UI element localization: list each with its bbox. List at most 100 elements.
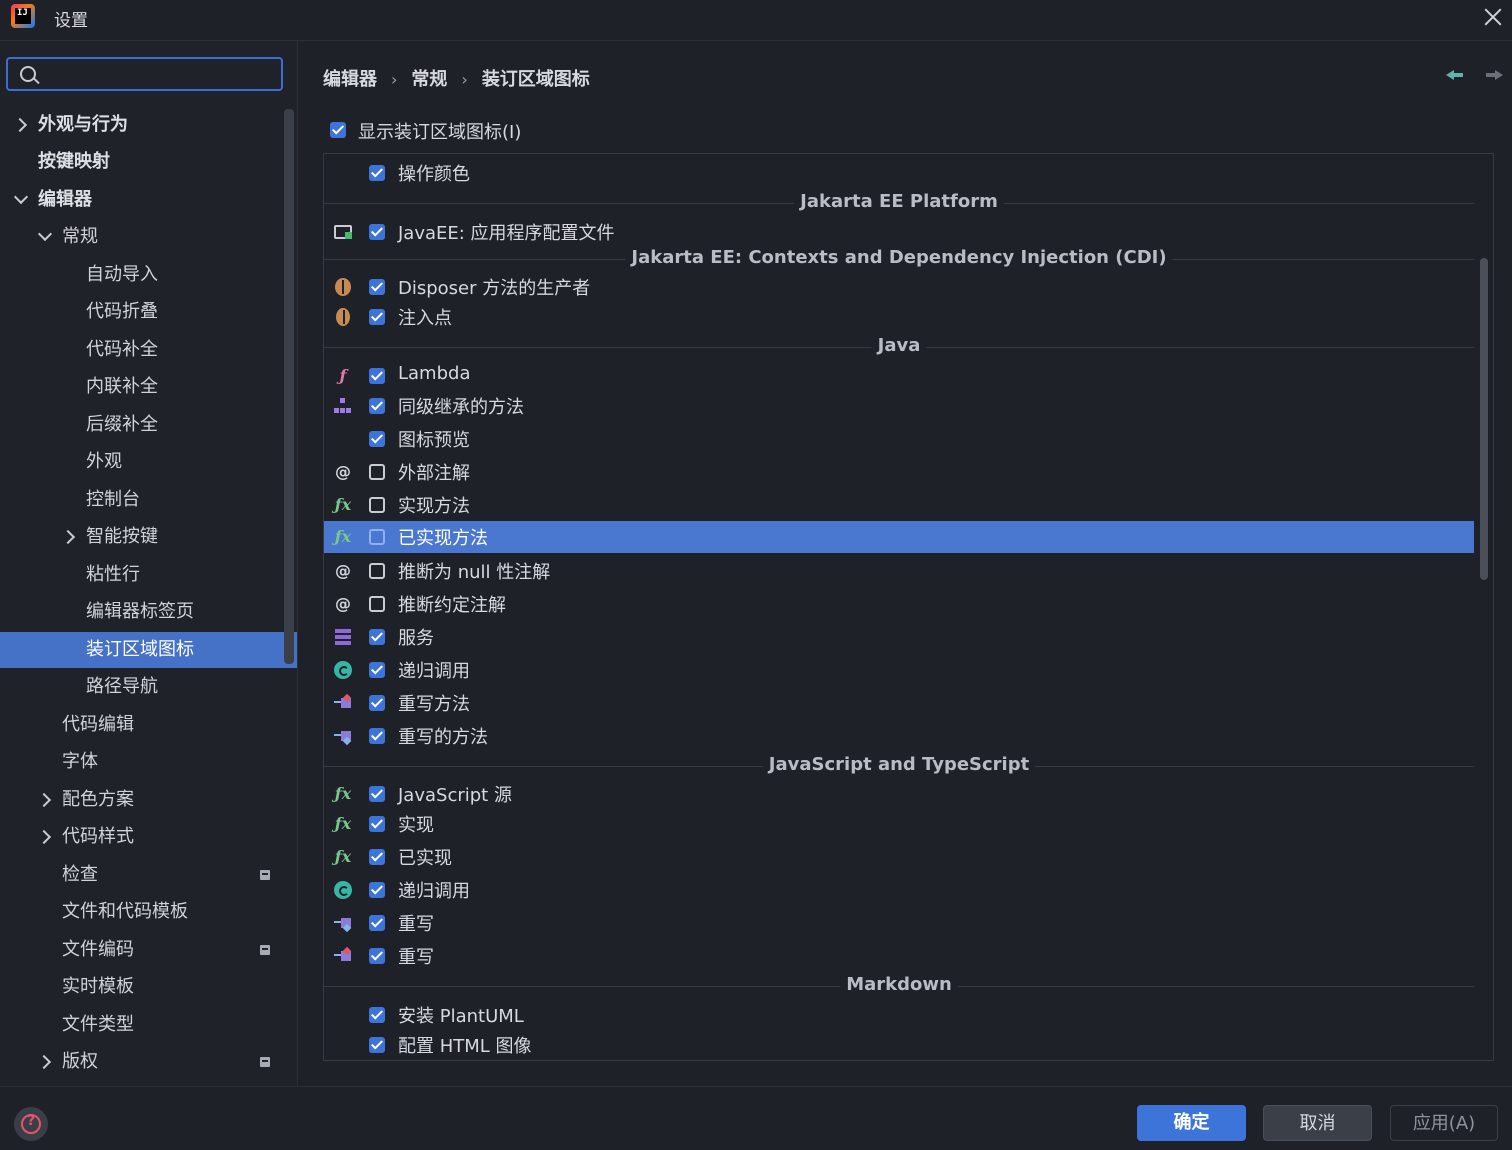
checkbox[interactable] — [369, 849, 385, 865]
help-icon[interactable]: ? — [14, 1107, 48, 1141]
search-box[interactable] — [6, 57, 283, 91]
checkbox[interactable] — [369, 915, 385, 931]
list-item[interactable]: 操作颜色 — [324, 157, 1474, 189]
tree-item-general[interactable]: 常规 — [0, 219, 297, 255]
checkbox[interactable] — [369, 629, 385, 645]
list-item[interactable]: ƒx 已实现 — [324, 841, 1474, 873]
list-item[interactable]: ƒx 实现方法 — [324, 489, 1474, 521]
list-item[interactable]: 图标预览 — [324, 423, 1474, 455]
tree-item-label: 字体 — [62, 751, 98, 772]
tree-item-label: 常规 — [62, 226, 98, 247]
tree-item-color-scheme[interactable]: 配色方案 — [0, 782, 297, 818]
list-item[interactable]: @ 推断约定注解 — [324, 588, 1474, 620]
list-scrollbar[interactable] — [1480, 258, 1488, 580]
apply-button[interactable]: 应用(A) — [1390, 1105, 1498, 1141]
tree-item-console[interactable]: 控制台 — [0, 482, 297, 518]
tree-item-font[interactable]: 字体 — [0, 744, 297, 780]
tree-item-label: 自动导入 — [86, 264, 158, 285]
checkbox[interactable] — [369, 695, 385, 711]
checkbox[interactable] — [369, 728, 385, 744]
checkbox[interactable] — [369, 1007, 385, 1023]
list-item[interactable]: 注入点 — [324, 301, 1474, 333]
checkbox[interactable] — [369, 368, 385, 384]
list-item[interactable]: 服务 — [324, 621, 1474, 653]
tree-item-code-style[interactable]: 代码样式 — [0, 819, 297, 855]
tree-item-code-folding[interactable]: 代码折叠 — [0, 294, 297, 330]
tree-item-gutter-icons[interactable]: 装订区域图标 — [0, 632, 297, 668]
checkbox[interactable] — [369, 464, 385, 480]
checkbox[interactable] — [369, 279, 385, 295]
list-item[interactable]: @ 外部注解 — [324, 456, 1474, 488]
list-item[interactable]: 重写的方法 — [324, 720, 1474, 752]
checkbox[interactable] — [369, 224, 385, 240]
list-item[interactable]: ƒx JavaScript 源 — [324, 778, 1474, 810]
tree-item-appearance[interactable]: 外观 — [0, 444, 297, 480]
checkbox[interactable] — [369, 816, 385, 832]
chevron-right-icon[interactable] — [36, 829, 52, 845]
tree-item-file-code-templates[interactable]: 文件和代码模板 — [0, 894, 297, 930]
tree-item-editor-tabs[interactable]: 编辑器标签页 — [0, 594, 297, 630]
tree-item-breadcrumbs[interactable]: 路径导航 — [0, 669, 297, 705]
dialog-button-bar: ? 确定 取消 应用(A) — [0, 1086, 1512, 1150]
list-item[interactable]: 重写 — [324, 907, 1474, 939]
checkbox[interactable] — [369, 563, 385, 579]
checkbox[interactable] — [369, 662, 385, 678]
breadcrumb-general[interactable]: 常规 — [411, 65, 447, 91]
list-item[interactable]: 重写方法 — [324, 687, 1474, 719]
checkbox[interactable] — [369, 786, 385, 802]
tree-item-sticky-lines[interactable]: 粘性行 — [0, 557, 297, 593]
checkbox[interactable] — [369, 596, 385, 612]
tree-item-file-types[interactable]: 文件类型 — [0, 1007, 297, 1043]
tree-item-smart-keys[interactable]: 智能按键 — [0, 519, 297, 555]
ok-button[interactable]: 确定 — [1137, 1105, 1246, 1141]
breadcrumb-editor[interactable]: 编辑器 — [323, 65, 377, 91]
tree-item-postfix-completion[interactable]: 后缀补全 — [0, 407, 297, 443]
checkbox[interactable] — [369, 1037, 385, 1053]
checkbox[interactable] — [369, 529, 385, 545]
list-item[interactable]: 递归调用 — [324, 654, 1474, 686]
list-item[interactable]: 重写 — [324, 940, 1474, 972]
list-item[interactable]: ƒx 已实现方法 — [324, 521, 1474, 553]
chevron-down-icon[interactable] — [37, 226, 53, 242]
checkbox[interactable] — [369, 309, 385, 325]
sidebar-scrollbar[interactable] — [284, 109, 294, 664]
cancel-button[interactable]: 取消 — [1263, 1105, 1372, 1141]
bean-icon — [333, 307, 353, 327]
tree-item-auto-import[interactable]: 自动导入 — [0, 257, 297, 293]
list-item[interactable]: ƒ Lambda — [324, 360, 1474, 392]
chevron-right-icon[interactable] — [60, 529, 76, 545]
chevron-right-icon[interactable] — [36, 1054, 52, 1070]
forward-arrow-icon[interactable] — [1486, 66, 1506, 84]
chevron-right-icon[interactable] — [12, 117, 28, 133]
list-item[interactable]: Disposer 方法的生产者 — [324, 271, 1474, 303]
breadcrumb-separator: › — [391, 70, 398, 89]
checkbox[interactable] — [369, 431, 385, 447]
tree-item-editor[interactable]: 编辑器 — [0, 182, 297, 218]
chevron-right-icon[interactable] — [36, 792, 52, 808]
checkbox[interactable] — [369, 165, 385, 181]
back-arrow-icon[interactable] — [1446, 66, 1466, 84]
checkbox[interactable] — [369, 948, 385, 964]
chevron-down-icon[interactable] — [13, 189, 29, 205]
checkbox[interactable] — [369, 882, 385, 898]
checkbox[interactable] — [369, 497, 385, 513]
list-item[interactable]: 安装 PlantUML — [324, 999, 1474, 1031]
tree-item-inline-completion[interactable]: 内联补全 — [0, 369, 297, 405]
list-item[interactable]: @ 推断为 null 性注解 — [324, 555, 1474, 587]
list-item[interactable]: 递归调用 — [324, 874, 1474, 906]
list-item[interactable]: ƒx 实现 — [324, 808, 1474, 840]
tree-item-code-completion[interactable]: 代码补全 — [0, 332, 297, 368]
tree-item-appearance-behavior[interactable]: 外观与行为 — [0, 107, 297, 143]
tree-item-code-editing[interactable]: 代码编辑 — [0, 707, 297, 743]
tree-item-keymap[interactable]: 按键映射 — [0, 144, 297, 180]
search-input[interactable] — [48, 61, 272, 89]
tree-item-live-templates[interactable]: 实时模板 — [0, 969, 297, 1005]
checkbox[interactable] — [369, 398, 385, 414]
tree-item-copyright[interactable]: 版权 — [0, 1044, 297, 1080]
show-gutter-icons-checkbox[interactable] — [330, 122, 346, 138]
tree-item-file-encodings[interactable]: 文件编码 — [0, 932, 297, 968]
list-item[interactable]: 配置 HTML 图像 — [324, 1029, 1474, 1060]
list-item[interactable]: 同级继承的方法 — [324, 390, 1474, 422]
close-icon[interactable] — [1482, 6, 1504, 28]
tree-item-inspections[interactable]: 检查 — [0, 857, 297, 893]
